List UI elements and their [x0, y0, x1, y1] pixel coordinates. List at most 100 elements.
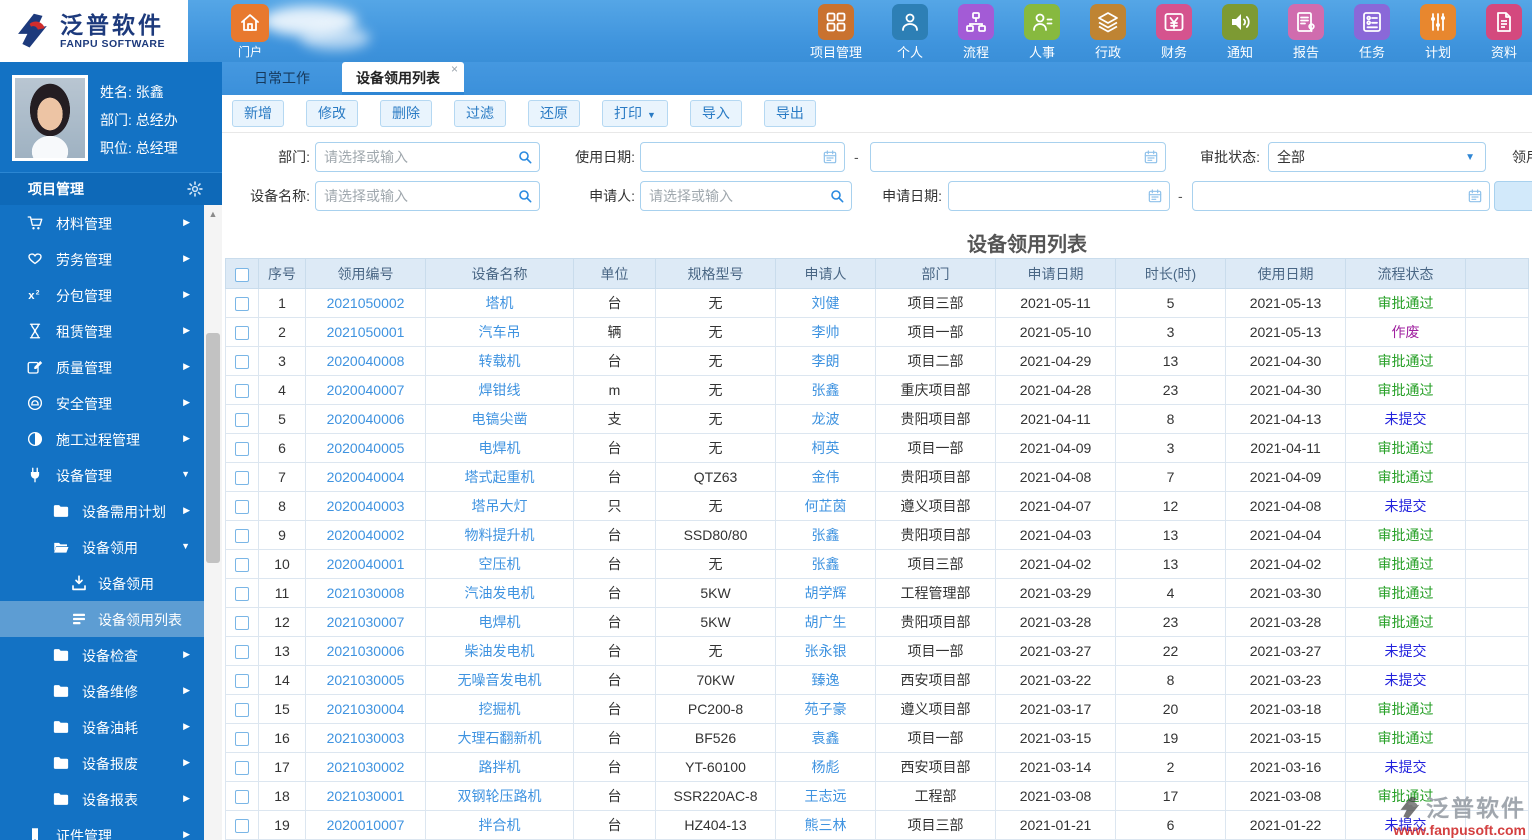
cell-status[interactable]: 审批通过: [1345, 549, 1466, 579]
cell-applicant[interactable]: 何芷茵: [775, 491, 876, 521]
cell-applicant[interactable]: 张鑫: [775, 375, 876, 405]
row-checkbox[interactable]: [235, 529, 249, 544]
row-checkbox[interactable]: [235, 790, 249, 805]
close-icon[interactable]: ×: [451, 53, 458, 86]
cell-status[interactable]: 未提交: [1345, 491, 1466, 521]
cell-code[interactable]: 2021030004: [305, 694, 426, 724]
use-date-end-input[interactable]: [870, 142, 1166, 172]
app-item[interactable]: 财务: [1156, 4, 1192, 61]
row-checkbox[interactable]: [235, 355, 249, 370]
cell-code[interactable]: 2020040006: [305, 404, 426, 434]
cell-status[interactable]: 审批通过: [1345, 288, 1466, 318]
row-checkbox[interactable]: [235, 616, 249, 631]
cell-status[interactable]: 未提交: [1345, 404, 1466, 434]
cell-status[interactable]: 作废: [1345, 317, 1466, 347]
app-item[interactable]: 个人: [892, 4, 928, 61]
cell-status[interactable]: 审批通过: [1345, 375, 1466, 405]
cell-status[interactable]: 审批通过: [1345, 578, 1466, 608]
cell-applicant[interactable]: 龙波: [775, 404, 876, 434]
cell-device[interactable]: 电焊机: [425, 433, 574, 463]
apply-date-start-input[interactable]: [948, 181, 1170, 211]
cell-device[interactable]: 柴油发电机: [425, 636, 574, 666]
toolbar-button[interactable]: 导入: [689, 100, 742, 127]
cell-device[interactable]: 塔式起重机: [425, 462, 574, 492]
cell-status[interactable]: 审批通过: [1345, 607, 1466, 637]
cell-code[interactable]: 2021030008: [305, 578, 426, 608]
row-checkbox[interactable]: [235, 297, 249, 312]
sidebar-item[interactable]: 租赁管理 ▶: [0, 313, 204, 349]
app-item[interactable]: 项目管理: [810, 4, 862, 61]
dept-filter-input[interactable]: [315, 142, 540, 172]
tab[interactable]: 日常工作: [240, 62, 324, 95]
sidebar-item[interactable]: 设备领用: [0, 565, 204, 601]
sidebar-item[interactable]: 设备领用 ▼: [0, 529, 204, 565]
cell-code[interactable]: 2020010007: [305, 810, 426, 840]
cell-code[interactable]: 2021050001: [305, 317, 426, 347]
cell-code[interactable]: 2020040003: [305, 491, 426, 521]
row-checkbox[interactable]: [235, 674, 249, 689]
row-checkbox[interactable]: [235, 761, 249, 776]
app-item[interactable]: 任务: [1354, 4, 1390, 61]
cell-device[interactable]: 塔机: [425, 288, 574, 318]
cell-code[interactable]: 2020040001: [305, 549, 426, 579]
sidebar-scrollbar[interactable]: ▲: [204, 205, 222, 840]
sidebar-item[interactable]: 证件管理 ▶: [0, 817, 204, 840]
toolbar-button[interactable]: 打印 ▼: [602, 100, 668, 127]
cell-device[interactable]: 大理石翻新机: [425, 723, 574, 753]
row-checkbox[interactable]: [235, 558, 249, 573]
cell-applicant[interactable]: 李帅: [775, 317, 876, 347]
cell-status[interactable]: 审批通过: [1345, 723, 1466, 753]
cell-code[interactable]: 2021030006: [305, 636, 426, 666]
device-name-filter-input[interactable]: [315, 181, 540, 211]
use-date-start-input[interactable]: [640, 142, 845, 172]
toolbar-button[interactable]: 修改: [306, 100, 358, 127]
cell-device[interactable]: 电焊机: [425, 607, 574, 637]
select-all-checkbox[interactable]: [235, 267, 249, 282]
app-item[interactable]: 人事: [1024, 4, 1060, 61]
row-checkbox[interactable]: [235, 703, 249, 718]
query-button-partial[interactable]: [1494, 181, 1532, 211]
portal-button[interactable]: 门户: [228, 4, 272, 60]
cell-status[interactable]: 审批通过: [1345, 520, 1466, 550]
cell-status[interactable]: 未提交: [1345, 752, 1466, 782]
toolbar-button[interactable]: 新增: [232, 100, 284, 127]
cell-code[interactable]: 2020040005: [305, 433, 426, 463]
cell-device[interactable]: 汽油发电机: [425, 578, 574, 608]
cell-device[interactable]: 双钢轮压路机: [425, 781, 574, 811]
cell-applicant[interactable]: 胡学辉: [775, 578, 876, 608]
cell-device[interactable]: 转载机: [425, 346, 574, 376]
app-item[interactable]: 计划: [1420, 4, 1456, 61]
cell-status[interactable]: 未提交: [1345, 636, 1466, 666]
cell-status[interactable]: 审批通过: [1345, 694, 1466, 724]
cell-code[interactable]: 2020040004: [305, 462, 426, 492]
sidebar-item[interactable]: 设备油耗 ▶: [0, 709, 204, 745]
cell-applicant[interactable]: 张永银: [775, 636, 876, 666]
cell-device[interactable]: 汽车吊: [425, 317, 574, 347]
sidebar-item[interactable]: 分包管理 ▶: [0, 277, 204, 313]
app-item[interactable]: 报告: [1288, 4, 1324, 61]
applicant-filter-input[interactable]: [640, 181, 852, 211]
cell-applicant[interactable]: 苑子豪: [775, 694, 876, 724]
sidebar-item[interactable]: 设备维修 ▶: [0, 673, 204, 709]
cell-applicant[interactable]: 熊三林: [775, 810, 876, 840]
sidebar-item[interactable]: 设备管理 ▼: [0, 457, 204, 493]
cell-applicant[interactable]: 金伟: [775, 462, 876, 492]
cell-status[interactable]: 审批通过: [1345, 462, 1466, 492]
tab-active[interactable]: 设备领用列表 ×: [342, 62, 464, 95]
cell-applicant[interactable]: 张鑫: [775, 520, 876, 550]
cell-status[interactable]: 审批通过: [1345, 433, 1466, 463]
cell-code[interactable]: 2021030001: [305, 781, 426, 811]
sidebar-item[interactable]: 设备报废 ▶: [0, 745, 204, 781]
cell-code[interactable]: 2020040008: [305, 346, 426, 376]
cell-status[interactable]: 审批通过: [1345, 346, 1466, 376]
scrollbar-thumb[interactable]: [206, 333, 220, 563]
cell-applicant[interactable]: 刘健: [775, 288, 876, 318]
cell-device[interactable]: 空压机: [425, 549, 574, 579]
sidebar-item[interactable]: 设备报表 ▶: [0, 781, 204, 817]
cell-device[interactable]: 无噪音发电机: [425, 665, 574, 695]
toolbar-button[interactable]: 过滤: [454, 100, 506, 127]
app-item[interactable]: 流程: [958, 4, 994, 61]
scroll-up-icon[interactable]: ▲: [204, 205, 222, 219]
cell-device[interactable]: 路拌机: [425, 752, 574, 782]
sidebar-item[interactable]: 设备检查 ▶: [0, 637, 204, 673]
